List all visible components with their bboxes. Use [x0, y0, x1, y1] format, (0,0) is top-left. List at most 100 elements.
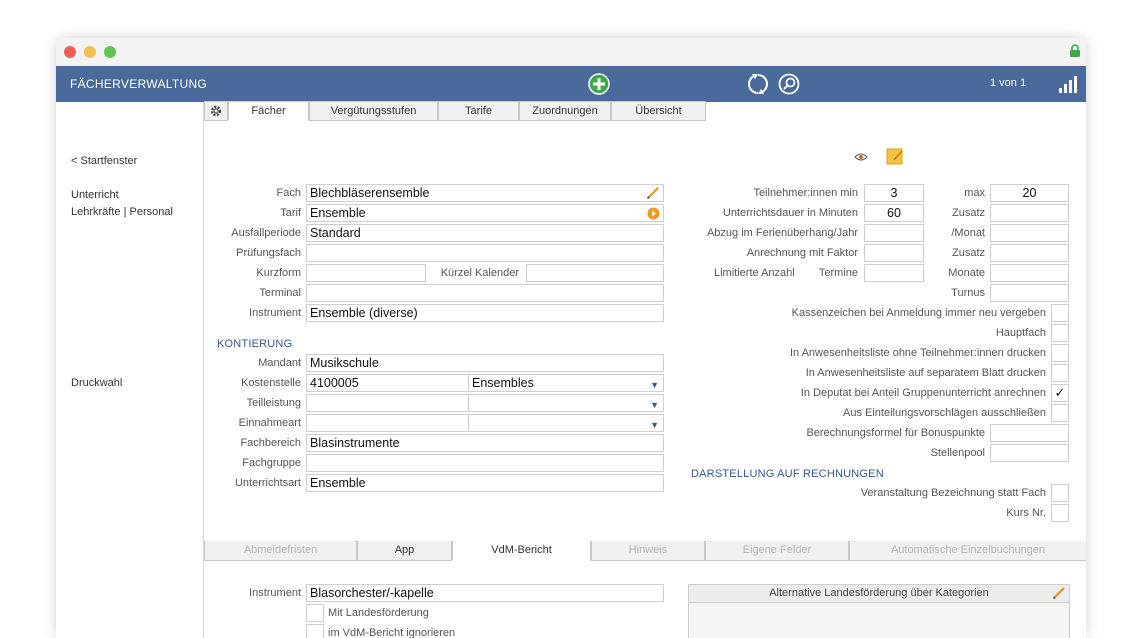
teilnehmer-min-field[interactable]: 3	[864, 184, 924, 202]
unterrichtsart-label: Unterrichtsart	[234, 477, 301, 489]
stellenpool-field[interactable]	[990, 444, 1069, 462]
kuerzel-kalender-field[interactable]	[526, 264, 664, 282]
anwesenheit-ohne-checkbox[interactable]	[1051, 344, 1069, 362]
monate-field[interactable]	[990, 264, 1069, 282]
mandant-field[interactable]: Musikschule	[306, 354, 664, 372]
eye-icon[interactable]	[854, 152, 868, 162]
instrument-field[interactable]: Ensemble (diverse)	[306, 304, 664, 322]
tab-uebersicht[interactable]: Übersicht	[611, 101, 706, 121]
stellenpool-label: Stellenpool	[930, 447, 985, 459]
terminal-field[interactable]	[306, 284, 664, 302]
tab-hinweis[interactable]: Hinweis	[591, 541, 705, 561]
tab-abmeldefristen[interactable]: Abmeldefristen	[204, 541, 357, 561]
zoom-window-button[interactable]	[104, 46, 116, 58]
einteilung-checkbox[interactable]	[1051, 404, 1069, 422]
settings-tab[interactable]	[204, 101, 228, 121]
bottom-tab-bar: Abmeldefristen App VdM-Bericht Hinweis E…	[204, 541, 1086, 561]
vdm-instrument-label: Instrument	[249, 587, 301, 599]
vdm-ignorieren-checkbox[interactable]	[306, 624, 324, 638]
anwesenheit-separat-label: In Anwesenheitsliste auf separatem Blatt…	[805, 367, 1046, 379]
note-icon[interactable]	[886, 147, 904, 165]
einteilung-label: Aus Einteilungsvorschlägen ausschließen	[842, 407, 1046, 419]
teilnehmer-max-field[interactable]: 20	[990, 184, 1069, 202]
close-window-button[interactable]	[64, 46, 76, 58]
anwesenheit-ohne-label: In Anwesenheitsliste ohne Teilnehmer:inn…	[789, 347, 1046, 359]
kontierung-heading: KONTIERUNG	[217, 338, 293, 350]
alt-landesfoerderung-title: Alternative Landesförderung über Kategor…	[769, 587, 989, 599]
teilnehmer-min-label: Teilnehmer:innen min	[753, 187, 858, 199]
landesfoerderung-checkbox[interactable]	[306, 604, 324, 622]
teilleistung-field[interactable]	[306, 394, 469, 412]
arrow-right-circle-icon[interactable]	[647, 207, 660, 220]
add-icon[interactable]	[588, 73, 610, 95]
main-content: Fächer Vergütungsstufen Tarife Zuordnung…	[203, 101, 1086, 638]
tab-app[interactable]: App	[357, 541, 452, 561]
deputat-checkbox[interactable]: ✓	[1051, 384, 1069, 402]
top-tab-bar: Fächer Vergütungsstufen Tarife Zuordnung…	[204, 101, 1086, 121]
minimize-window-button[interactable]	[84, 46, 96, 58]
kassenzeichen-checkbox[interactable]	[1051, 304, 1069, 322]
monat-field[interactable]	[990, 224, 1069, 242]
termine-field[interactable]	[864, 264, 924, 282]
dropdown-arrow-icon: ▼	[650, 420, 659, 430]
veranstaltung-label: Veranstaltung Bezeichnung statt Fach	[860, 487, 1046, 499]
abzug-field[interactable]	[864, 224, 924, 242]
max-label: max	[964, 187, 985, 199]
tab-vdm-bericht[interactable]: VdM-Bericht	[452, 541, 591, 561]
back-to-start-link[interactable]: < Startfenster	[71, 155, 137, 167]
kostenstelle-field[interactable]: 4100005	[306, 374, 469, 392]
tab-verguetungsstufen[interactable]: Vergütungsstufen	[309, 101, 438, 121]
zusatz-field[interactable]	[990, 204, 1069, 222]
app-window: FÄCHERVERWALTUNG 1 von 1 < Startfenster …	[56, 38, 1086, 638]
kurs-nr-checkbox[interactable]	[1051, 504, 1069, 522]
teilleistung-select[interactable]: ▼	[468, 394, 664, 412]
sidebar: < Startfenster Unterricht Lehrkräfte | P…	[56, 102, 203, 638]
einnahmeart-field[interactable]	[306, 414, 469, 432]
bonuspunkte-field[interactable]	[990, 424, 1069, 442]
limitierte-anzahl-label: Limitierte Anzahl	[714, 267, 795, 279]
bonuspunkte-label: Berechnungsformel für Bonuspunkte	[806, 427, 985, 439]
fachgruppe-field[interactable]	[306, 454, 664, 472]
unterrichtsdauer-field[interactable]: 60	[864, 204, 924, 222]
unterrichtsart-field[interactable]: Ensemble	[306, 474, 664, 492]
sidebar-item-unterricht[interactable]: Unterricht	[71, 189, 119, 201]
statistics-icon[interactable]	[1058, 75, 1078, 93]
hauptfach-checkbox[interactable]	[1051, 324, 1069, 342]
tab-zuordnungen[interactable]: Zuordnungen	[519, 101, 611, 121]
edit-pencil-icon[interactable]	[1052, 586, 1066, 600]
einnahmeart-select[interactable]: ▼	[468, 414, 664, 432]
anwesenheit-separat-checkbox[interactable]	[1051, 364, 1069, 382]
fachbereich-label: Fachbereich	[240, 437, 301, 449]
turnus-field[interactable]	[990, 284, 1069, 302]
refresh-icon[interactable]	[747, 73, 769, 95]
fach-field[interactable]: Blechbläserensemble	[306, 184, 664, 202]
sidebar-item-lehrkraefte[interactable]: Lehrkräfte | Personal	[71, 206, 173, 218]
tarif-field[interactable]: Ensemble	[306, 204, 664, 222]
tab-eigene-felder[interactable]: Eigene Felder	[705, 541, 849, 561]
landesfoerderung-label: Mit Landesförderung	[328, 607, 429, 619]
page-title: FÄCHERVERWALTUNG	[70, 77, 208, 91]
vdm-ignorieren-label: im VdM-Bericht ignorieren	[328, 627, 456, 638]
pruefungsfach-field[interactable]	[306, 244, 664, 262]
vdm-instrument-field[interactable]: Blasorchester/-kapelle	[306, 584, 664, 602]
search-icon[interactable]	[778, 73, 800, 95]
tab-automatische-einzelbuchungen[interactable]: Automatische Einzelbuchungen	[849, 541, 1086, 561]
ausfallperiode-label: Ausfallperiode	[231, 227, 301, 239]
hauptfach-label: Hauptfach	[995, 327, 1046, 339]
tab-faecher[interactable]: Fächer	[228, 101, 309, 121]
tarif-label: Tarif	[280, 207, 301, 219]
veranstaltung-checkbox[interactable]	[1051, 484, 1069, 502]
termine-label: Termine	[818, 267, 858, 279]
deputat-label: In Deputat bei Anteil Gruppenunterricht …	[800, 387, 1046, 399]
kurzform-field[interactable]	[306, 264, 426, 282]
alt-landesfoerderung-header: Alternative Landesförderung über Kategor…	[689, 585, 1069, 603]
tab-tarife[interactable]: Tarife	[438, 101, 519, 121]
ausfallperiode-field[interactable]: Standard	[306, 224, 664, 242]
zusatz2-field[interactable]	[990, 244, 1069, 262]
sidebar-item-druckwahl[interactable]: Druckwahl	[71, 377, 122, 389]
edit-pencil-icon[interactable]	[646, 186, 660, 200]
zusatz2-label: Zusatz	[951, 247, 985, 259]
kostenstelle-select[interactable]: Ensembles ▼	[468, 374, 664, 392]
faktor-field[interactable]	[864, 244, 924, 262]
fachbereich-field[interactable]: Blasinstrumente	[306, 434, 664, 452]
